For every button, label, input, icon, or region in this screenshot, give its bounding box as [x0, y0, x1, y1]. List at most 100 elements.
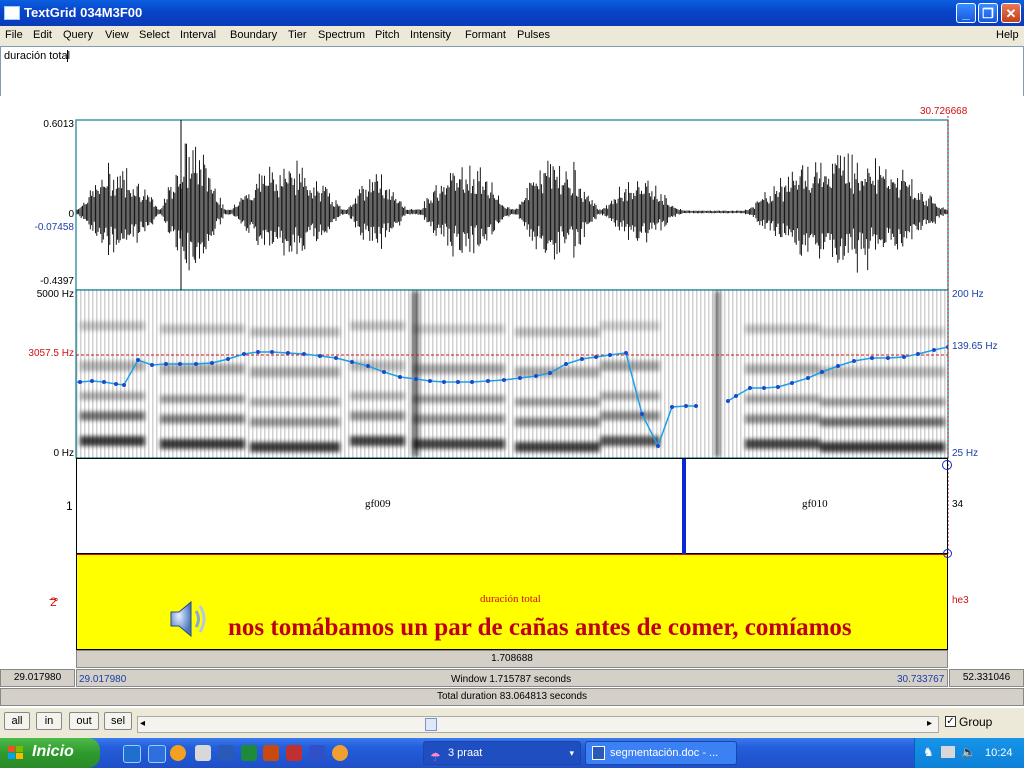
- zoom-all-button[interactable]: all: [4, 712, 30, 730]
- pitch-point: [932, 348, 936, 352]
- clock-app-icon[interactable]: [332, 745, 348, 761]
- pitch-point: [414, 377, 418, 381]
- left-total-cell[interactable]: 29.017980: [0, 669, 75, 687]
- word-icon[interactable]: [218, 745, 234, 761]
- pitch-point: [820, 370, 824, 374]
- pitch-point: [68, 381, 72, 385]
- menu-pulses[interactable]: Pulses: [517, 29, 550, 41]
- task-group-arrow: ▾: [569, 748, 574, 758]
- ie-icon[interactable]: [123, 745, 141, 763]
- pitch-point: [870, 356, 874, 360]
- start-button[interactable]: Inicio: [0, 738, 100, 768]
- interval-text-value: duración total: [4, 50, 71, 62]
- close-button[interactable]: ✕: [1001, 3, 1021, 23]
- menu-intensity[interactable]: Intensity: [410, 29, 451, 41]
- tier1-interval-gf009[interactable]: gf009: [365, 498, 391, 510]
- pitch-point: [548, 371, 552, 375]
- menu-formant[interactable]: Formant: [465, 29, 506, 41]
- media-icon[interactable]: [170, 745, 186, 761]
- scroll-thumb[interactable]: [425, 718, 437, 731]
- app-icon[interactable]: [309, 745, 325, 761]
- pitch-point: [442, 380, 446, 384]
- tier1-number: 1: [66, 499, 73, 513]
- menu-tier[interactable]: Tier: [288, 29, 307, 41]
- pitch-point: [670, 405, 674, 409]
- pitch-point: [302, 352, 306, 356]
- pitch-point: [734, 394, 738, 398]
- tier-2[interactable]: duración total nos tomábamos un par de c…: [76, 549, 952, 650]
- menu-boundary[interactable]: Boundary: [230, 29, 277, 41]
- document-icon[interactable]: [195, 745, 211, 761]
- pitch-point: [684, 404, 688, 408]
- pitch-point: [122, 383, 126, 387]
- tray-monitor-icon[interactable]: [941, 746, 955, 758]
- taskbar: Inicio ☂ 3 praat ▾ segmentación.doc - ..…: [0, 738, 1024, 768]
- pitch-point: [136, 358, 140, 362]
- task-word-doc[interactable]: segmentación.doc - ...: [585, 741, 737, 765]
- powerpoint-icon[interactable]: [263, 745, 279, 761]
- menu-edit[interactable]: Edit: [33, 29, 52, 41]
- interval-text-field[interactable]: duración total: [0, 46, 1024, 97]
- tier2-name: he3: [952, 595, 969, 606]
- pitch-point: [916, 352, 920, 356]
- zoom-sel-button[interactable]: sel: [104, 712, 132, 730]
- browser-icon[interactable]: [148, 745, 166, 763]
- group-label: Group: [959, 715, 993, 729]
- zoom-in-button[interactable]: in: [36, 712, 62, 730]
- menu-file[interactable]: File: [5, 29, 23, 41]
- word-doc-icon: [592, 746, 605, 760]
- pitch-point: [518, 376, 522, 380]
- pitch-point: [806, 376, 810, 380]
- pitch-point: [748, 386, 752, 390]
- window-title: TextGrid 034M3F00: [24, 5, 143, 20]
- tier-1[interactable]: gf009 gf010: [76, 458, 948, 555]
- menu-select[interactable]: Select: [139, 29, 170, 41]
- pitch-point: [594, 355, 598, 359]
- minimize-button[interactable]: _: [956, 3, 976, 23]
- menu-interval[interactable]: Interval: [180, 29, 216, 41]
- maximize-button[interactable]: ❐: [978, 3, 998, 23]
- network-icon[interactable]: ♞: [923, 745, 934, 759]
- transcript-text: nos tomábamos un par de cañas antes de c…: [228, 614, 852, 641]
- tier1-interval-count: 34: [952, 499, 964, 510]
- pitch-point: [694, 404, 698, 408]
- right-total-cell[interactable]: 52.331046: [949, 669, 1024, 687]
- pitch-point: [398, 375, 402, 379]
- group-checkbox[interactable]: ✓: [945, 716, 956, 727]
- menu-help[interactable]: Help: [996, 29, 1019, 41]
- scroll-left-arrow[interactable]: ◂: [140, 718, 145, 729]
- pitch-point: [502, 378, 506, 382]
- horizontal-scrollbar[interactable]: ◂ ▸: [137, 716, 939, 733]
- menu-pitch[interactable]: Pitch: [375, 29, 399, 41]
- speaker-icon[interactable]: [165, 597, 209, 641]
- system-tray: ♞ 🔈 10:24: [914, 738, 1024, 768]
- pitch-point: [150, 363, 154, 367]
- tier1-boundary[interactable]: [682, 459, 686, 555]
- clock[interactable]: 10:24: [985, 747, 1013, 759]
- total-duration-cell[interactable]: Total duration 83.064813 seconds: [0, 688, 1024, 706]
- pitch-point: [656, 444, 660, 448]
- title-bar: TextGrid 034M3F00 _ ❐ ✕: [0, 0, 1024, 26]
- menu-view[interactable]: View: [105, 29, 129, 41]
- pitch-point: [902, 355, 906, 359]
- scroll-right-arrow[interactable]: ▸: [927, 718, 932, 729]
- pitch-point: [580, 357, 584, 361]
- acrobat-icon[interactable]: [286, 745, 302, 761]
- pitch-point: [350, 360, 354, 364]
- excel-icon[interactable]: [241, 745, 257, 761]
- pitch-point: [210, 361, 214, 365]
- pitch-point: [624, 351, 628, 355]
- volume-icon[interactable]: 🔈: [961, 745, 976, 759]
- window-row[interactable]: 29.017980 Window 1.715787 seconds 30.733…: [76, 669, 948, 687]
- menu-spectrum[interactable]: Spectrum: [318, 29, 365, 41]
- tier1-interval-gf010[interactable]: gf010: [802, 498, 828, 510]
- selection-duration-cell[interactable]: 1.708688: [76, 650, 948, 668]
- menu-query[interactable]: Query: [63, 29, 93, 41]
- task-praat[interactable]: ☂ 3 praat ▾: [423, 741, 581, 765]
- zoom-out-button[interactable]: out: [69, 712, 99, 730]
- textgrid-canvas[interactable]: 0.6013 0 -0.07458 -0.4397 30.726668 5000…: [0, 96, 1024, 708]
- tier2-interval-label[interactable]: duración total: [480, 593, 541, 605]
- window-icon: [4, 6, 20, 20]
- window-end-time: 30.733767: [897, 674, 945, 685]
- pitch-point: [640, 412, 644, 416]
